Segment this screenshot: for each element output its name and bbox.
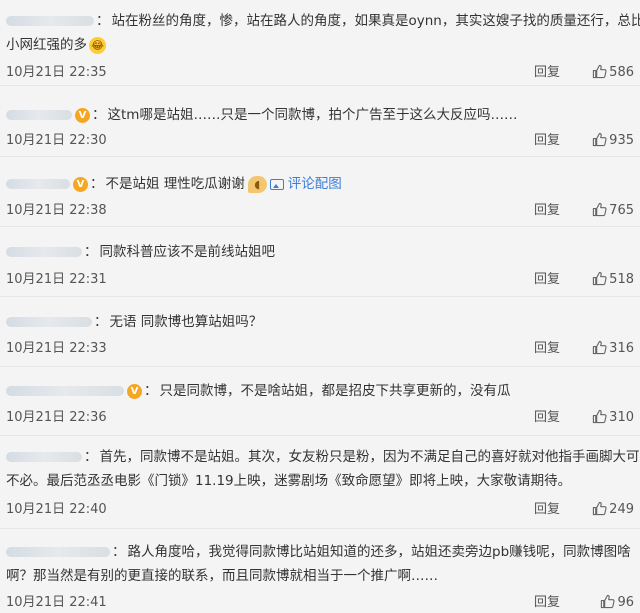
comment-text-cont: 啊？那当然是有别的更直接的联系，而且同款博就相当于一个推广啊…… [6,568,438,584]
comment-meta: 10月21日 22:30 回复 935 [6,131,634,151]
timestamp: 10月21日 22:31 [6,270,107,290]
comment-meta: 10月21日 22:40 回复 249 [6,500,634,520]
comment-item: V：这tm哪是站姐……只是一个同款博，拍个广告至于这么大反应吗…… 10月21日… [0,86,640,157]
thumbs-up-icon [592,340,607,355]
like-button[interactable]: 935 [578,131,634,151]
comment-text: 首先，同款博不是站姐。其次，女友粉只是粉，因为不满足自己的喜好就对他指手画脚大可 [100,449,640,465]
comment-meta: 10月21日 22:38 回复 765 [6,201,634,221]
comment-meta: 10月21日 22:33 回复 316 [6,339,634,359]
like-count: 316 [609,341,634,356]
like-button[interactable]: 765 [578,201,634,221]
like-count: 935 [609,133,634,148]
timestamp: 10月21日 22:33 [6,339,107,359]
comment-meta: 10月21日 22:36 回复 310 [6,408,634,428]
reply-button[interactable]: 回复 [534,500,560,520]
timestamp: 10月21日 22:30 [6,131,107,151]
thumbs-up-icon [592,64,607,79]
comment-body: ：路人角度哈，我觉得同款博比站姐知道的还多，站姐还卖旁边pb赚钱呢，同款博图啥 [6,541,634,563]
laugh-emoji-icon: 😂 [89,37,106,54]
verified-badge-icon: V [75,108,90,123]
username[interactable] [6,10,94,32]
comment-item: ：首先，同款博不是站姐。其次，女友粉只是粉，因为不满足自己的喜好就对他指手画脚大… [0,436,640,529]
reply-button[interactable]: 回复 [534,593,560,613]
username[interactable] [6,173,70,195]
comment-item: V：只是同款博，不是啥站姐，都是招皮下共享更新的，没有瓜 10月21日 22:3… [0,367,640,436]
like-count: 518 [609,272,634,287]
comment-item: ：路人角度哈，我觉得同款博比站姐知道的还多，站姐还卖旁边pb赚钱呢，同款博图啥 … [0,529,640,612]
comment-body: V：只是同款博，不是啥站姐，都是招皮下共享更新的，没有瓜 [6,380,634,402]
thumbs-up-icon [592,132,607,147]
comment-text: 这tm哪是站姐……只是一个同款博，拍个广告至于这么大反应吗…… [108,107,518,123]
thumbs-up-icon [592,501,607,516]
verified-badge-icon: V [127,384,142,399]
like-button[interactable]: 518 [578,270,634,290]
comment-meta: 10月21日 22:31 回复 518 [6,270,634,290]
melon-emoji-icon: ◖ [248,176,267,193]
comment-item: V：不是站姐 理性吃瓜谢谢◖评论配图 10月21日 22:38 回复 765 [0,157,640,227]
comment-text-cont: 不必。最后范丞丞电影《门锁》11.19上映，迷雾剧场《致命愿望》即将上映，大家敬… [6,473,571,489]
comment-body: V：这tm哪是站姐……只是一个同款博，拍个广告至于这么大反应吗…… [6,104,634,126]
reply-button[interactable]: 回复 [534,131,560,151]
image-icon[interactable] [270,179,284,190]
reply-button[interactable]: 回复 [534,339,560,359]
comment-meta: 10月21日 22:41 回复 96 [6,593,634,613]
timestamp: 10月21日 22:41 [6,593,107,613]
timestamp: 10月21日 22:35 [6,63,107,83]
comment-item: ：同款科普应该不是前线站姐吧 10月21日 22:31 回复 518 [0,227,640,297]
thumbs-up-icon [592,271,607,286]
like-button[interactable]: 586 [578,63,634,83]
reply-button[interactable]: 回复 [534,408,560,428]
comment-text-cont: 小网红强的多 [6,37,87,53]
comment-list: ：站在粉丝的角度，惨，站在路人的角度，如果真是oynn，其实这嫂子找的质量还行，… [0,0,640,612]
comment-item: ：站在粉丝的角度，惨，站在路人的角度，如果真是oynn，其实这嫂子找的质量还行，… [0,0,640,86]
thumbs-up-icon [592,409,607,424]
comment-body: ：同款科普应该不是前线站姐吧 [6,241,634,263]
comment-item: ：无语 同款博也算站姐吗？ 10月21日 22:33 回复 316 [0,297,640,367]
comment-text: 只是同款博，不是啥站姐，都是招皮下共享更新的，没有瓜 [160,383,511,399]
comment-text: 无语 同款博也算站姐吗？ [110,314,263,330]
like-count: 310 [609,410,634,425]
username[interactable] [6,241,82,263]
comment-body-line2: 不必。最后范丞丞电影《门锁》11.19上映，迷雾剧场《致命愿望》即将上映，大家敬… [6,470,634,492]
comment-body: ：首先，同款博不是站姐。其次，女友粉只是粉，因为不满足自己的喜好就对他指手画脚大… [6,446,634,468]
like-count: 586 [609,65,634,80]
comment-text: 路人角度哈，我觉得同款博比站姐知道的还多，站姐还卖旁边pb赚钱呢，同款博图啥 [128,544,631,560]
reply-button[interactable]: 回复 [534,201,560,221]
username[interactable] [6,446,82,468]
comment-meta: 10月21日 22:35 回复 586 [6,63,634,83]
like-count: 765 [609,203,634,218]
username[interactable] [6,104,72,126]
reply-button[interactable]: 回复 [534,270,560,290]
comment-text: 同款科普应该不是前线站姐吧 [100,244,276,260]
like-button[interactable]: 310 [578,408,634,428]
username[interactable] [6,311,92,333]
comment-body: ：无语 同款博也算站姐吗？ [6,311,634,333]
reply-button[interactable]: 回复 [534,63,560,83]
like-count: 249 [609,502,634,517]
comment-text: 站在粉丝的角度，惨，站在路人的角度，如果真是oynn，其实这嫂子找的质量还行，总… [112,13,640,29]
comment-image-link[interactable]: 评论配图 [288,176,342,192]
like-count: 96 [617,595,634,610]
like-button[interactable]: 249 [578,500,634,520]
comment-text: 不是站姐 理性吃瓜谢谢 [106,176,245,192]
timestamp: 10月21日 22:40 [6,500,107,520]
like-button[interactable]: 96 [578,593,634,613]
comment-body-line2: 小网红强的多😂 [6,34,634,56]
verified-badge-icon: V [73,177,88,192]
timestamp: 10月21日 22:36 [6,408,107,428]
username[interactable] [6,380,124,402]
comment-body-line2: 啊？那当然是有别的更直接的联系，而且同款博就相当于一个推广啊…… [6,565,634,587]
comment-body: ：站在粉丝的角度，惨，站在路人的角度，如果真是oynn，其实这嫂子找的质量还行，… [6,10,634,32]
thumbs-up-icon [592,202,607,217]
timestamp: 10月21日 22:38 [6,201,107,221]
thumbs-up-icon [600,594,615,609]
comment-body: V：不是站姐 理性吃瓜谢谢◖评论配图 [6,173,634,195]
like-button[interactable]: 316 [578,339,634,359]
username[interactable] [6,541,110,563]
